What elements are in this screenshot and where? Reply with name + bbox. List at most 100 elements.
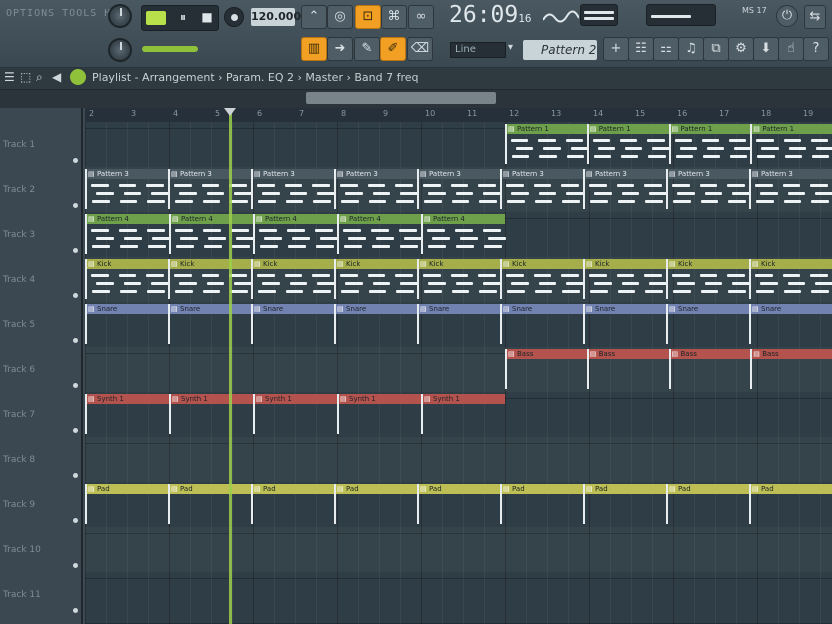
playlist-clip[interactable]: Snare — [417, 304, 500, 344]
playlist-clip[interactable]: Snare — [251, 304, 334, 344]
playlist-clip[interactable]: Synth 1 — [169, 394, 253, 434]
track-mute-indicator[interactable] — [73, 158, 78, 163]
playlist-grid[interactable]: Pattern 1Pattern 1Pattern 1Pattern 1Patt… — [85, 122, 832, 624]
track-mute-indicator[interactable] — [73, 293, 78, 298]
track-lane[interactable] — [85, 437, 832, 482]
track-header[interactable]: Track 3 — [0, 212, 83, 257]
track-mute-indicator[interactable] — [73, 383, 78, 388]
playlist-clip[interactable]: Synth 1 — [85, 394, 169, 434]
track-header[interactable]: Track 2 — [0, 167, 83, 212]
play-icon[interactable]: ⏸ — [174, 10, 192, 26]
track-header[interactable]: Track 10 — [0, 527, 83, 572]
playlist-clip[interactable]: Kick — [749, 259, 832, 299]
timeline-ruler[interactable]: 2 3 4 5 6 7 8 9 10 11 12 13 14 15 16 17 18 19 — [85, 108, 832, 122]
playlist-clip[interactable]: Snare — [85, 304, 168, 344]
paint-button[interactable]: ✐ — [380, 37, 406, 61]
piano-roll-button[interactable]: ♫ — [678, 37, 704, 61]
playlist-clip[interactable]: Bass — [505, 349, 587, 389]
playlist-clip[interactable]: Kick — [417, 259, 501, 299]
playlist-clip[interactable]: Pattern 4 — [169, 214, 254, 254]
playlist-clip[interactable]: Pad — [500, 484, 583, 524]
track-mute-indicator[interactable] — [73, 338, 78, 343]
playlist-clip[interactable]: Pattern 3 — [417, 169, 501, 209]
track-header[interactable]: Track 5 — [0, 302, 83, 347]
pencil-button[interactable]: ✎ — [354, 37, 380, 61]
playlist-clip[interactable]: Snare — [334, 304, 417, 344]
track-header[interactable]: Track 8 — [0, 437, 83, 482]
track-header[interactable]: Track 7 — [0, 392, 83, 437]
playlist-clip[interactable]: Pattern 4 — [421, 214, 506, 254]
playlist-clip[interactable]: Snare — [666, 304, 749, 344]
track-header[interactable]: Track 1 — [0, 122, 83, 167]
select-icon[interactable]: ⬚ — [20, 70, 31, 84]
mixer-button[interactable]: ☷ — [628, 37, 654, 61]
wait-button[interactable]: ◎ — [327, 5, 353, 29]
render-button[interactable]: ⬇ — [753, 37, 779, 61]
loop-record-button[interactable]: ∞ — [408, 5, 434, 29]
tempo-tap-button[interactable]: ☝ — [778, 37, 804, 61]
countdown-button[interactable]: ⊡ — [355, 5, 381, 29]
playlist-clip[interactable]: Snare — [168, 304, 251, 344]
playlist-clip[interactable]: Pattern 3 — [85, 169, 169, 209]
playlist-clip[interactable]: Synth 1 — [421, 394, 505, 434]
playlist-clip[interactable]: Pad — [85, 484, 168, 524]
playlist-clip[interactable]: Kick — [583, 259, 667, 299]
playlist-clip[interactable]: Pattern 3 — [168, 169, 252, 209]
playlist-clip[interactable]: Pad — [417, 484, 500, 524]
track-header[interactable]: Track 9 — [0, 482, 83, 527]
snap-select[interactable]: Line — [450, 42, 506, 58]
record-button[interactable] — [224, 7, 244, 27]
playlist-clip[interactable]: Kick — [85, 259, 169, 299]
playlist-clip[interactable]: Pad — [666, 484, 749, 524]
playlist-clip[interactable]: Pattern 4 — [85, 214, 170, 254]
track-header[interactable]: Track 4 — [0, 257, 83, 302]
playlist-clip[interactable]: Synth 1 — [253, 394, 337, 434]
playlist-clip[interactable]: Kick — [666, 259, 750, 299]
track-mute-indicator[interactable] — [73, 608, 78, 613]
playlist-clip[interactable]: Bass — [750, 349, 832, 389]
playlist-clip[interactable]: Pattern 4 — [337, 214, 422, 254]
playlist-clip[interactable]: Pattern 1 — [668, 124, 752, 164]
playlist-clip[interactable]: Pattern 3 — [583, 169, 667, 209]
pattern-selector[interactable]: Pattern 2 — [523, 40, 597, 60]
playlist-clip[interactable]: Snare — [749, 304, 832, 344]
track-header[interactable]: Track 11 — [0, 572, 83, 617]
playlist-clip[interactable]: Pattern 3 — [749, 169, 832, 209]
options-icon[interactable]: ☰ — [4, 70, 15, 84]
playlist-clip[interactable]: Pad — [168, 484, 251, 524]
master-volume-slider[interactable] — [142, 46, 198, 52]
playlist-clip[interactable]: Pad — [749, 484, 832, 524]
step-edit-button[interactable]: ⌘ — [381, 5, 407, 29]
track-mute-indicator[interactable] — [73, 473, 78, 478]
master-volume-knob[interactable] — [108, 4, 132, 28]
channel-rack-button[interactable]: ⚏ — [653, 37, 679, 61]
browser-button[interactable]: ⧉ — [703, 37, 729, 61]
playlist-clip[interactable]: Kick — [334, 259, 418, 299]
playlist-clip[interactable]: Kick — [500, 259, 584, 299]
playlist-clip[interactable]: Snare — [500, 304, 583, 344]
track-header[interactable]: Track 6 — [0, 347, 83, 392]
playlist-clip[interactable]: Pattern 1 — [586, 124, 670, 164]
help-button[interactable]: ? — [803, 37, 829, 61]
stop-icon[interactable]: ■ — [198, 10, 216, 26]
playlist-button[interactable]: ▥ — [301, 37, 327, 61]
plus-button[interactable]: + — [603, 37, 629, 61]
speaker-icon[interactable]: ◀ — [52, 70, 61, 84]
track-mute-indicator[interactable] — [73, 248, 78, 253]
playlist-clip[interactable]: Bass — [668, 349, 751, 389]
plugin-button[interactable]: ⚙ — [728, 37, 754, 61]
online-button[interactable]: ⇆ — [804, 5, 826, 29]
track-mute-indicator[interactable] — [73, 518, 78, 523]
playhead[interactable] — [224, 108, 236, 624]
playlist-clip[interactable]: Pattern 1 — [750, 124, 832, 164]
track-mute-indicator[interactable] — [73, 563, 78, 568]
playlist-clip[interactable]: Pattern 1 — [505, 124, 588, 164]
playlist-clip[interactable]: Snare — [583, 304, 666, 344]
delete-button[interactable]: ⌫ — [407, 37, 433, 61]
track-mute-indicator[interactable] — [73, 428, 78, 433]
track-mute-indicator[interactable] — [73, 203, 78, 208]
tempo-display[interactable]: 120.000 — [251, 8, 301, 26]
playlist-clip[interactable]: Pad — [583, 484, 666, 524]
playlist-clip[interactable]: Bass — [586, 349, 669, 389]
master-pitch-knob[interactable] — [108, 38, 132, 62]
